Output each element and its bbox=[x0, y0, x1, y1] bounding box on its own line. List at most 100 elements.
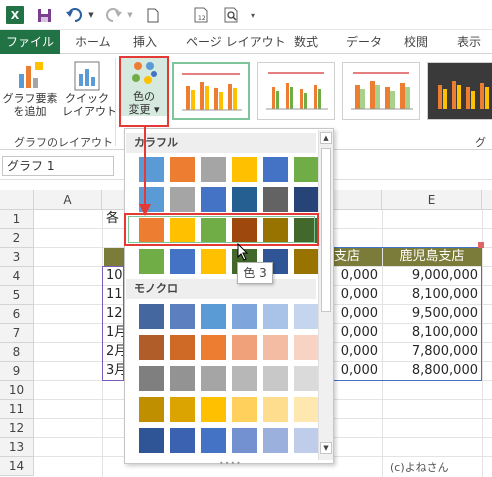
row-header-9[interactable]: 9 bbox=[0, 362, 34, 381]
palette-colorful-4[interactable] bbox=[139, 249, 319, 274]
row-header-8[interactable]: 8 bbox=[0, 343, 34, 362]
column-header-e[interactable]: E bbox=[382, 190, 482, 210]
tab-insert[interactable]: 挿入 bbox=[133, 30, 157, 54]
row-header-7[interactable]: 7 bbox=[0, 324, 34, 343]
name-box[interactable]: グラフ 1 bbox=[2, 156, 114, 176]
swatch bbox=[263, 397, 288, 422]
swatch bbox=[232, 187, 257, 212]
swatch bbox=[170, 428, 195, 453]
new-document-icon[interactable] bbox=[146, 6, 160, 24]
swatch bbox=[139, 428, 164, 453]
customize-toolbar-icon[interactable]: ▾ bbox=[248, 6, 258, 24]
tab-file[interactable]: ファイル bbox=[0, 30, 60, 54]
quick-layout-label-1: クイック bbox=[65, 92, 109, 105]
swatch bbox=[201, 366, 226, 391]
chart-style-3[interactable] bbox=[342, 62, 420, 120]
swatch bbox=[170, 397, 195, 422]
row-header-2[interactable]: 2 bbox=[0, 229, 34, 248]
page-number-icon[interactable]: 12 bbox=[192, 6, 210, 24]
tab-review[interactable]: 校閲 bbox=[404, 30, 428, 54]
palette-mono-4[interactable] bbox=[139, 397, 319, 422]
scroll-down-icon[interactable]: ▼ bbox=[320, 442, 332, 454]
swatch bbox=[201, 249, 226, 274]
row-header-5[interactable]: 5 bbox=[0, 286, 34, 305]
row-header-6[interactable]: 6 bbox=[0, 305, 34, 324]
print-preview-icon[interactable] bbox=[222, 6, 240, 24]
row-header-13[interactable]: 13 bbox=[0, 438, 34, 457]
swatch bbox=[294, 428, 319, 453]
add-chart-element-button[interactable]: グラフ要素 を追加 bbox=[2, 60, 58, 118]
save-icon[interactable] bbox=[36, 6, 52, 24]
palette-colorful-1[interactable] bbox=[139, 157, 319, 182]
swatch bbox=[201, 157, 226, 182]
tab-data[interactable]: データ bbox=[346, 30, 382, 54]
row-header-1[interactable]: 1 bbox=[0, 210, 34, 229]
add-chart-element-label-2: を追加 bbox=[13, 105, 47, 118]
swatch bbox=[263, 304, 288, 329]
row-header-10[interactable]: 10 bbox=[0, 381, 34, 400]
tab-view[interactable]: 表示 bbox=[457, 30, 481, 54]
palette-colorful-2[interactable] bbox=[139, 187, 319, 212]
swatch bbox=[139, 397, 164, 422]
row-header-11[interactable]: 11 bbox=[0, 400, 34, 419]
row-header-4[interactable]: 4 bbox=[0, 267, 34, 286]
chart-style-4[interactable] bbox=[427, 62, 492, 120]
quick-layout-button[interactable]: クイック レイアウト ▾ bbox=[62, 60, 127, 118]
column-header-a[interactable]: A bbox=[34, 190, 102, 210]
swatch bbox=[201, 335, 226, 360]
swatch bbox=[139, 304, 164, 329]
scroll-up-icon[interactable]: ▲ bbox=[320, 132, 332, 144]
swatch bbox=[170, 187, 195, 212]
swatch bbox=[263, 428, 288, 453]
swatch bbox=[232, 304, 257, 329]
palette-mono-2[interactable] bbox=[139, 335, 319, 360]
swatch bbox=[263, 366, 288, 391]
credit-text: (c)よねさん bbox=[390, 461, 449, 474]
swatch bbox=[232, 397, 257, 422]
undo-icon[interactable] bbox=[64, 6, 84, 24]
palette-mono-1[interactable] bbox=[139, 304, 319, 329]
swatch bbox=[201, 428, 226, 453]
quick-access-toolbar: X ▼ ▼ 12 ▾ bbox=[0, 0, 492, 30]
swatch bbox=[170, 335, 195, 360]
tab-page-layout[interactable]: ページ レイアウト bbox=[186, 30, 286, 54]
resize-grip-icon[interactable]: •••• bbox=[219, 459, 242, 468]
tab-home[interactable]: ホーム bbox=[75, 30, 111, 54]
palette-scrollbar[interactable]: ▲ ▼ bbox=[318, 130, 333, 460]
scroll-thumb[interactable] bbox=[321, 148, 331, 312]
swatch bbox=[170, 304, 195, 329]
cell-b3-header bbox=[104, 248, 126, 266]
redo-dropdown-icon: ▼ bbox=[127, 11, 133, 19]
undo-dropdown-icon[interactable]: ▼ bbox=[87, 6, 95, 24]
tab-formulas[interactable]: 数式 bbox=[294, 30, 318, 54]
range-handle[interactable] bbox=[478, 242, 484, 248]
swatch bbox=[232, 157, 257, 182]
row-header-12[interactable]: 12 bbox=[0, 419, 34, 438]
chart-style-1[interactable] bbox=[172, 62, 250, 120]
swatch bbox=[170, 249, 195, 274]
selected-palette-highlight bbox=[124, 213, 319, 246]
swatch bbox=[170, 157, 195, 182]
quick-layout-label-2: レイアウト ▾ bbox=[62, 105, 127, 118]
swatch bbox=[201, 397, 226, 422]
swatch bbox=[294, 157, 319, 182]
ribbon-tabs: ファイル ホーム 挿入 ページ レイアウト 数式 データ 校閲 表示 bbox=[0, 30, 492, 54]
add-chart-element-icon bbox=[19, 62, 43, 88]
row-header-14[interactable]: 14 bbox=[0, 457, 34, 476]
palette-mono-5[interactable] bbox=[139, 428, 319, 453]
mouse-cursor-icon bbox=[237, 243, 249, 261]
column-header-f[interactable] bbox=[482, 190, 492, 210]
swatch bbox=[139, 335, 164, 360]
chart-style-2[interactable] bbox=[257, 62, 335, 120]
swatch bbox=[294, 304, 319, 329]
svg-text:12: 12 bbox=[198, 15, 206, 22]
swatch bbox=[294, 249, 319, 274]
swatch bbox=[170, 366, 195, 391]
row-header-3[interactable]: 3 bbox=[0, 248, 34, 267]
select-all-corner[interactable] bbox=[0, 190, 34, 210]
swatch bbox=[294, 187, 319, 212]
swatch bbox=[263, 187, 288, 212]
palette-mono-3[interactable] bbox=[139, 366, 319, 391]
annotation-arrow bbox=[139, 126, 151, 216]
swatch bbox=[139, 249, 164, 274]
